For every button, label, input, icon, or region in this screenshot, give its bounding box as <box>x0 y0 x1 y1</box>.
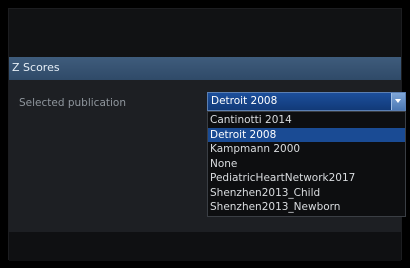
settings-panel: Selected publication Detroit 2008 Cantin… <box>9 80 406 232</box>
chevron-down-icon <box>395 99 401 103</box>
dropdown-option[interactable]: Shenzhen2013_Child <box>208 186 405 201</box>
dropdown-option-selected[interactable]: Detroit 2008 <box>208 127 405 142</box>
publication-select[interactable]: Detroit 2008 <box>207 92 406 111</box>
dropdown-toggle-button[interactable] <box>391 93 405 110</box>
title-bar: Z Scores <box>9 57 401 80</box>
footer-area <box>9 232 401 261</box>
dropdown-option[interactable]: Shenzhen2013_Newborn <box>208 200 405 215</box>
dropdown-option[interactable]: PediatricHeartNetwork2017 <box>208 171 405 186</box>
publication-dropdown-list: Cantinotti 2014 Detroit 2008 Kampmann 20… <box>207 111 406 217</box>
dialog-title: Z Scores <box>12 61 60 74</box>
dropdown-option[interactable]: Kampmann 2000 <box>208 142 405 157</box>
publication-select-value: Detroit 2008 <box>211 95 278 107</box>
dropdown-option[interactable]: Cantinotti 2014 <box>208 113 405 128</box>
zscores-dialog: Z Scores Selected publication Detroit 20… <box>8 8 406 261</box>
publication-label: Selected publication <box>19 97 126 109</box>
dropdown-option[interactable]: None <box>208 157 405 172</box>
